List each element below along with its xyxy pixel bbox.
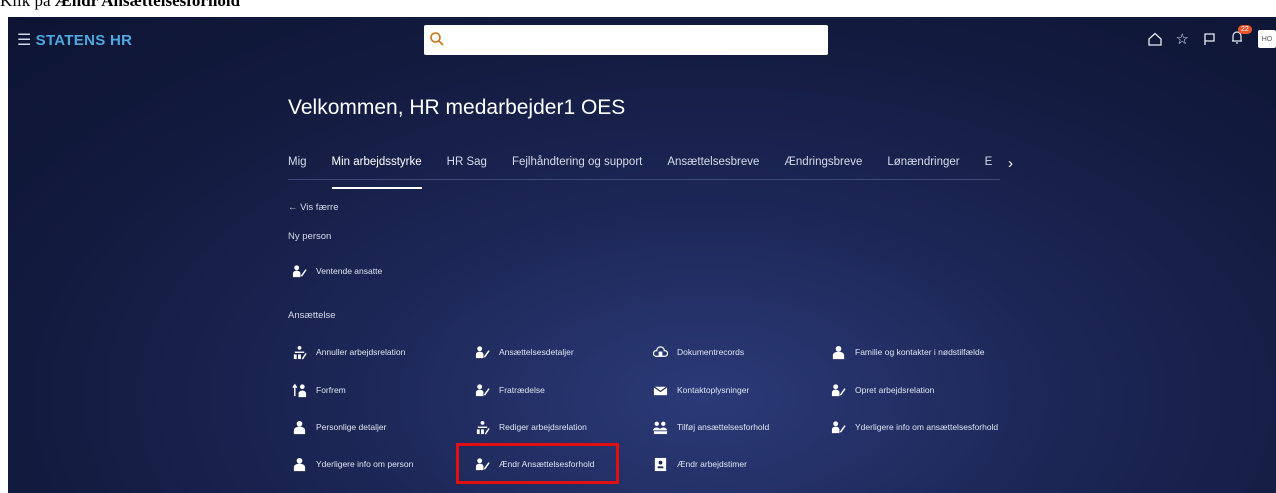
top-bar: ☰ STATENS HR ☆ 22 HO <box>8 17 1276 61</box>
link-label: Opret arbejdsrelation <box>855 385 935 395</box>
link-label: Ændr arbejdstimer <box>677 459 747 469</box>
link-ventende-ansatte[interactable]: Ventende ansatte <box>292 262 382 280</box>
home-icon[interactable] <box>1147 32 1162 46</box>
tab-hr-sag[interactable]: HR Sag <box>447 156 487 180</box>
link-yderligere-info-person[interactable]: Yderligere info om person <box>292 455 413 473</box>
vis-faerre-link[interactable]: ← Vis færre <box>288 202 339 213</box>
promote-person-icon <box>292 383 307 397</box>
tab-bar: Mig Min arbejdsstyrke HR Sag Fejlhåndter… <box>288 156 998 189</box>
link-forfrem[interactable]: Forfrem <box>292 381 346 399</box>
avatar[interactable]: HO <box>1258 30 1276 48</box>
caption-bold: Ændr Ansættelsesforhold <box>54 0 241 10</box>
link-label: Yderligere info om person <box>316 459 414 469</box>
link-fratraedelse[interactable]: Fratrædelse <box>475 381 545 399</box>
people-add-icon <box>653 421 668 434</box>
link-label: Fratrædelse <box>499 385 545 395</box>
link-label: Tilføj ansættelsesforhold <box>677 422 770 432</box>
search-icon <box>430 32 444 46</box>
link-label: Ansættelsesdetaljer <box>499 347 574 357</box>
search-input[interactable] <box>424 25 828 55</box>
notification-badge: 22 <box>1238 24 1252 34</box>
link-opret-arbejdsrelation[interactable]: Opret arbejdsrelation <box>831 381 934 399</box>
envelope-icon <box>653 385 668 395</box>
link-label: Forfrem <box>316 385 346 395</box>
section-ny-person: Ny person <box>288 231 332 242</box>
tab-divider <box>288 179 1000 180</box>
link-label: Dokumentrecords <box>677 347 745 357</box>
tab-mig[interactable]: Mig <box>288 156 307 180</box>
section-ansaettelse: Ansættelse <box>288 310 336 321</box>
org-chart-icon <box>476 420 490 434</box>
link-familie-kontakter[interactable]: Familie og kontakter i nødstilfælde <box>831 343 984 361</box>
link-ansaettelsesdetaljer[interactable]: Ansættelsesdetaljer <box>475 343 574 361</box>
link-label: Rediger arbejdsrelation <box>499 422 587 432</box>
tab-truncated[interactable]: E <box>985 156 993 180</box>
link-label: Personlige detaljer <box>316 422 387 432</box>
person-edit-icon <box>292 264 307 277</box>
highlight-box <box>456 443 619 484</box>
hamburger-icon[interactable]: ☰ <box>17 30 32 50</box>
flag-icon[interactable] <box>1203 32 1216 46</box>
link-label: Familie og kontakter i nødstilfælde <box>855 347 985 357</box>
id-badge-icon <box>654 457 667 471</box>
tab-aendringsbreve[interactable]: Ændringsbreve <box>784 156 862 180</box>
tab-min-arbejdsstyrke[interactable]: Min arbejdsstyrke <box>331 156 422 189</box>
link-aendr-arbejdstimer[interactable]: Ændr arbejdstimer <box>653 455 747 473</box>
person-edit-icon <box>475 345 490 358</box>
tab-ansaettelsesbreve[interactable]: Ansættelsesbreve <box>667 156 759 180</box>
app-window: ☰ STATENS HR ☆ 22 HO Velkommen, HR medar… <box>8 17 1276 493</box>
link-dokumentrecords[interactable]: Dokumentrecords <box>653 343 744 361</box>
link-label: Ventende ansatte <box>316 266 383 276</box>
notifications[interactable]: 22 <box>1230 24 1252 49</box>
link-label: Annuller arbejdsrelation <box>316 347 406 357</box>
person-icon <box>293 420 306 434</box>
brand-name: STATENS HR <box>35 31 133 49</box>
tab-loenaendringer[interactable]: Lønændringer <box>887 156 959 180</box>
welcome-heading: Velkommen, HR medarbejder1 OES <box>288 96 626 119</box>
link-yderligere-info-ansaettelsesforhold[interactable]: Yderligere info om ansættelsesforhold <box>831 418 998 436</box>
person-icon <box>832 345 845 359</box>
link-kontaktoplysninger[interactable]: Kontaktoplysninger <box>653 381 749 399</box>
brand[interactable]: ☰ STATENS HR <box>17 30 132 50</box>
link-rediger-arbejdsrelation[interactable]: Rediger arbejdsrelation <box>475 418 587 436</box>
header-icons: ☆ 22 HO <box>1147 24 1276 50</box>
caption-prefix: Klik på <box>0 0 55 10</box>
link-tilfoej-ansaettelsesforhold[interactable]: Tilføj ansættelsesforhold <box>653 418 769 436</box>
org-chart-icon <box>293 345 307 359</box>
star-icon[interactable]: ☆ <box>1176 32 1189 47</box>
link-label: Kontaktoplysninger <box>677 385 750 395</box>
link-personlige-detaljer[interactable]: Personlige detaljer <box>292 418 386 436</box>
chevron-right-icon[interactable]: › <box>1008 155 1013 172</box>
instruction-caption: Klik på Ændr Ansættelsesforhold <box>0 0 240 11</box>
person-edit-icon <box>831 420 846 433</box>
person-edit-icon <box>831 383 846 396</box>
person-edit-icon <box>475 383 490 396</box>
link-annuller-arbejdsrelation[interactable]: Annuller arbejdsrelation <box>292 343 405 361</box>
link-label: Yderligere info om ansættelsesforhold <box>855 422 999 432</box>
person-icon <box>293 457 306 471</box>
cloud-document-icon <box>653 345 668 357</box>
tab-fejlhaandtering[interactable]: Fejlhåndtering og support <box>512 156 642 180</box>
